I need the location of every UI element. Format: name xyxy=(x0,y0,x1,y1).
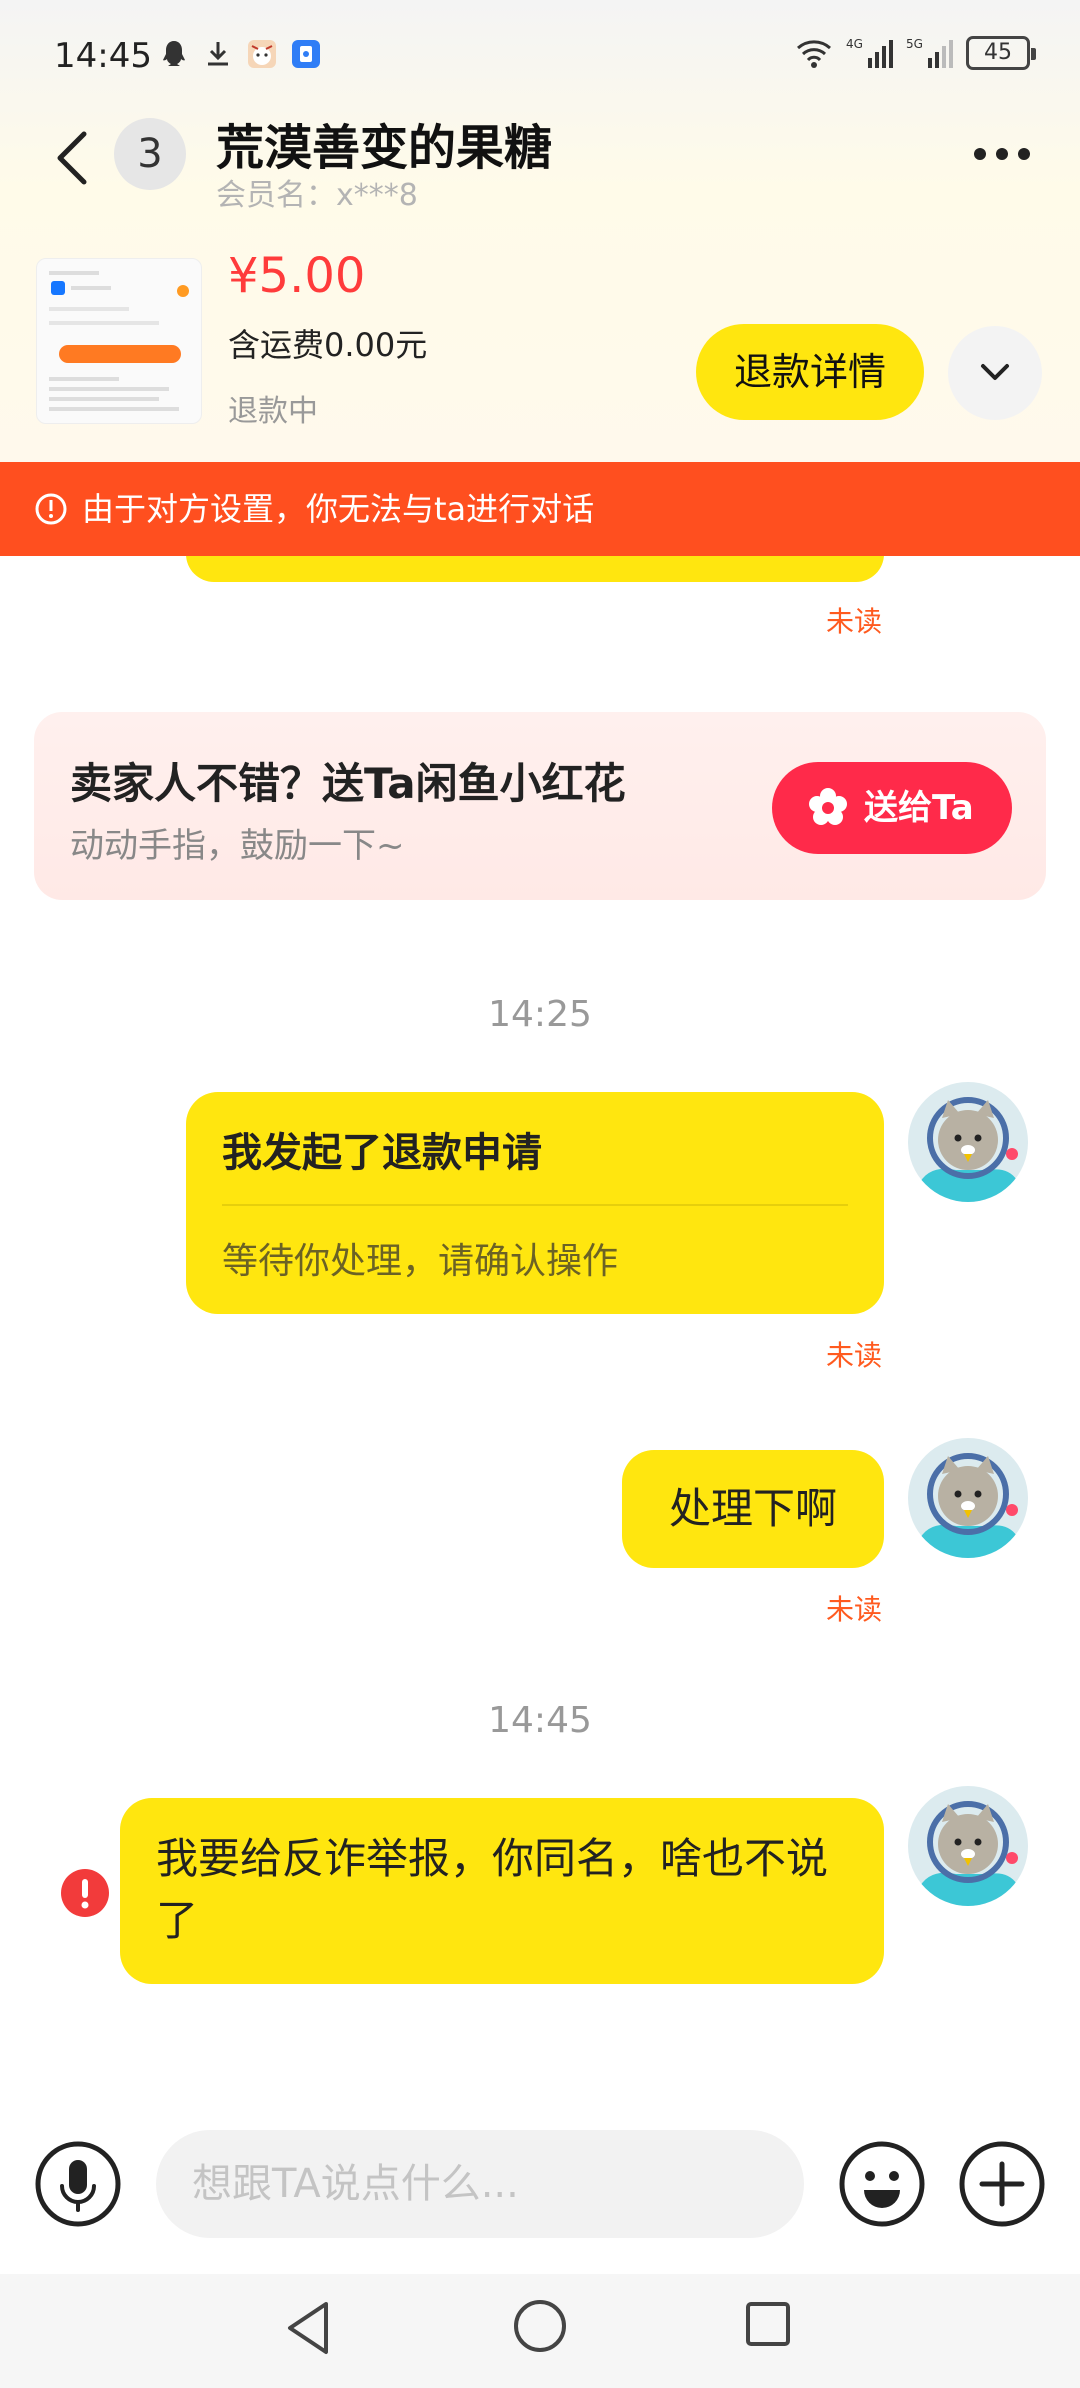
chevron-down-icon xyxy=(981,364,1009,380)
refund-request-subtitle: 等待你处理，请确认操作 xyxy=(222,1241,619,1282)
message-bubble[interactable]: 我要给反诈举报，你同名，啥也不说了 xyxy=(120,1798,884,1984)
refund-detail-button[interactable]: 退款详情 xyxy=(696,324,924,420)
system-nav-bar xyxy=(0,2274,1080,2388)
voice-input-icon[interactable] xyxy=(34,2140,122,2228)
download-icon xyxy=(208,42,228,66)
shipping-fee: 含运费0.00元 xyxy=(228,326,428,364)
timestamp: 14:25 xyxy=(488,994,592,1035)
unread-label: 未读 xyxy=(826,1593,883,1626)
message-input[interactable] xyxy=(156,2130,804,2238)
astronaut-cat-avatar xyxy=(918,1097,1020,1202)
divider xyxy=(222,1204,848,1206)
qq-icon xyxy=(163,41,185,66)
signal-4g-icon: 4G xyxy=(846,37,893,68)
status-right: 4G 5G 45 xyxy=(794,36,1036,70)
app-blue-icon xyxy=(292,40,320,68)
nav-home-icon[interactable] xyxy=(512,2298,568,2354)
flower-icon xyxy=(809,788,847,825)
nav-recents-icon[interactable] xyxy=(744,2300,792,2348)
page-title: 荒漠善变的果糖 xyxy=(216,120,553,176)
emoji-icon[interactable] xyxy=(838,2140,926,2228)
flower-promo-card: 卖家人不错？送Ta闲鱼小红花 动动手指，鼓励一下~ 送给Ta xyxy=(34,712,1046,900)
expand-button[interactable] xyxy=(948,326,1042,420)
signal-5g-icon: 5G xyxy=(906,37,953,68)
order-price: ¥5.00 xyxy=(228,248,366,304)
avatar[interactable] xyxy=(908,1082,1028,1202)
battery-icon: 45 xyxy=(966,36,1036,70)
refund-request-bubble[interactable]: 我发起了退款申请 等待你处理，请确认操作 xyxy=(186,1092,884,1314)
signal-5g-label: 5G xyxy=(906,37,923,51)
more-options-icon[interactable] xyxy=(974,148,1030,160)
refund-status: 退款中 xyxy=(228,394,318,429)
product-thumbnail[interactable] xyxy=(36,258,202,424)
wifi-icon xyxy=(797,40,831,68)
message-bubble[interactable]: 处理下啊 xyxy=(622,1450,884,1568)
refund-request-title: 我发起了退款申请 xyxy=(222,1130,542,1176)
unread-label: 未读 xyxy=(826,1339,883,1372)
avatar[interactable] xyxy=(908,1786,1028,1906)
astronaut-cat-avatar xyxy=(918,1801,1020,1906)
app-cat-icon xyxy=(248,40,276,68)
warning-text: 由于对方设置，你无法与ta进行对话 xyxy=(82,490,595,528)
send-flower-button[interactable]: 送给Ta xyxy=(772,762,1012,854)
unread-label: 未读 xyxy=(826,605,883,638)
send-failed-icon[interactable] xyxy=(60,1868,110,1918)
promo-subtitle: 动动手指，鼓励一下~ xyxy=(70,826,405,866)
status-time: 14:45 xyxy=(54,36,152,76)
unread-count-badge[interactable]: 3 xyxy=(114,118,186,190)
back-arrow-icon[interactable] xyxy=(50,128,94,188)
notification-icons xyxy=(158,38,322,70)
signal-4g-label: 4G xyxy=(846,37,863,51)
timestamp: 14:45 xyxy=(488,1700,592,1741)
avatar[interactable] xyxy=(908,1438,1028,1558)
warning-bar: 由于对方设置，你无法与ta进行对话 xyxy=(0,462,1080,556)
promo-title: 卖家人不错？送Ta闲鱼小红花 xyxy=(70,759,626,808)
send-flower-label: 送给Ta xyxy=(864,788,974,828)
status-bar: 14:45 4G 5G 45 xyxy=(0,0,1080,118)
astronaut-cat-avatar xyxy=(918,1453,1020,1558)
nav-back-icon[interactable] xyxy=(282,2298,334,2358)
member-name: 会员名：x***8 xyxy=(216,178,418,213)
info-icon xyxy=(35,493,67,525)
plus-icon[interactable] xyxy=(958,2140,1046,2228)
